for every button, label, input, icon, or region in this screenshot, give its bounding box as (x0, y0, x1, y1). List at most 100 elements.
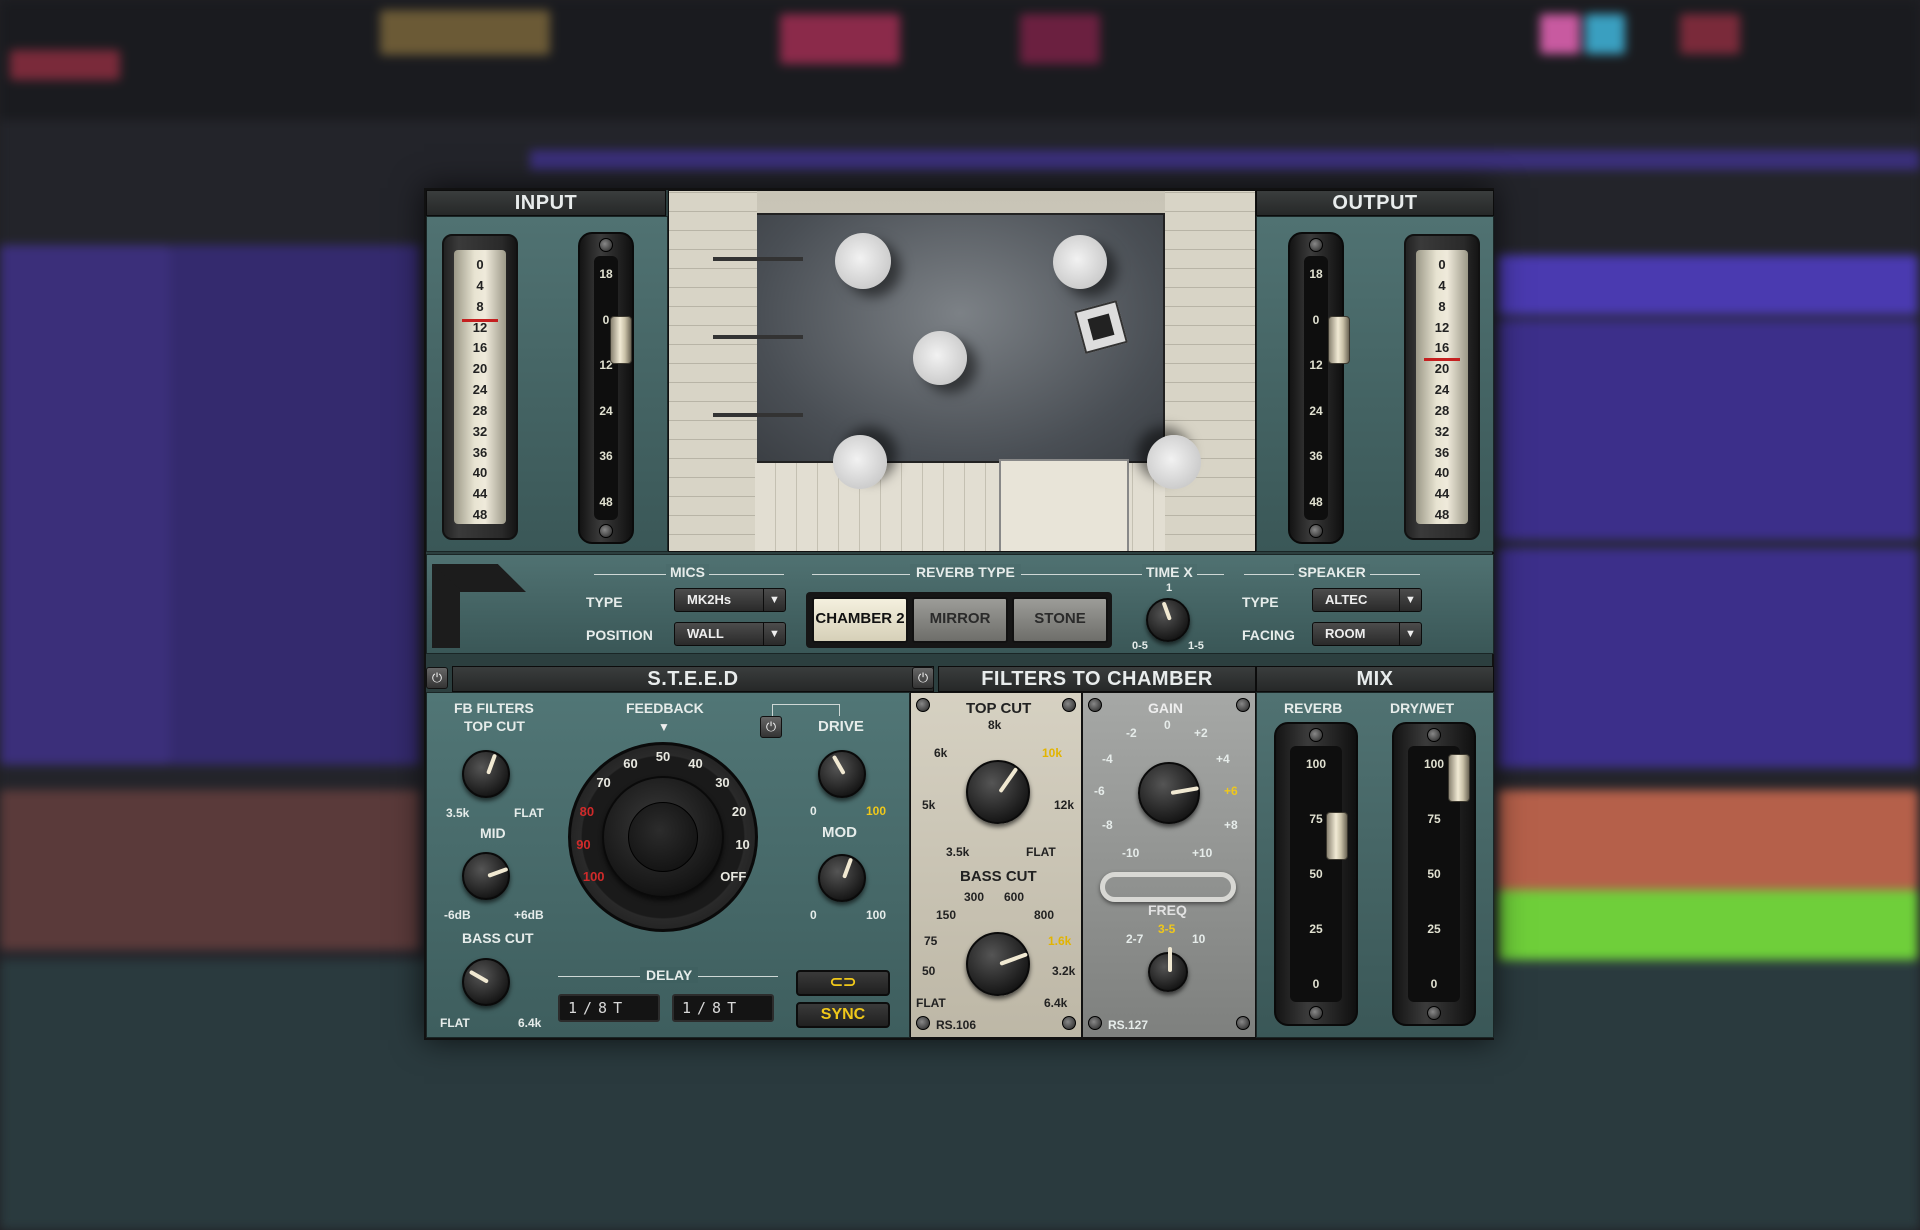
speaker-cylinder (1053, 235, 1107, 289)
steed-bass-cut-knob[interactable] (462, 958, 510, 1006)
speaker-facing-dropdown[interactable]: ROOM ▼ (1312, 622, 1422, 646)
output-gain-fader[interactable]: 18 0 12 24 36 48 (1288, 232, 1344, 544)
steed-mid-knob[interactable] (462, 852, 510, 900)
freq-handle (1100, 872, 1236, 902)
mix-reverb-scale: 100 75 50 25 0 (1290, 746, 1342, 1002)
top-cut-tick-10k: 10k (1042, 746, 1063, 760)
freq-knob[interactable] (1148, 946, 1188, 992)
output-meter-tick: 12 (1434, 319, 1450, 335)
input-header: INPUT (426, 190, 666, 216)
mix-reverb-fader[interactable]: 100 75 50 25 0 (1274, 722, 1358, 1026)
gain-tick-p2: +2 (1194, 726, 1208, 740)
gain-tick-m4: -4 (1102, 752, 1113, 766)
filters-power-icon[interactable]: ⏻ (912, 667, 934, 689)
mix-drywet-tick: 0 (1430, 977, 1438, 991)
dropdown-arrow-icon[interactable]: ▼ (1399, 589, 1421, 611)
feedback-tick: 40 (688, 755, 703, 771)
output-meter-tick: 0 (1438, 257, 1446, 272)
output-meter-scale: 0 4 8 12 16 20 24 28 32 36 40 44 48 (1416, 250, 1468, 524)
output-header: OUTPUT (1256, 190, 1494, 216)
bass-cut-tick-3-2k: 3.2k (1052, 964, 1076, 978)
input-meter-tick: 0 (476, 257, 484, 272)
mix-drywet-fader-handle[interactable] (1448, 754, 1470, 802)
speaker-type-value: ALTEC (1325, 592, 1368, 607)
steed-top-cut-label: TOP CUT (464, 718, 525, 734)
steed-top-cut-knob[interactable] (462, 750, 510, 798)
dropdown-arrow-icon[interactable]: ▼ (763, 589, 785, 611)
speaker-cylinder (833, 435, 887, 489)
mod-knob[interactable] (818, 854, 866, 902)
feedback-knob[interactable] (602, 776, 724, 898)
time-x-min-label: 0-5 (1132, 640, 1148, 652)
top-cut-tick-8k: 8k (988, 718, 1002, 732)
drive-max: 100 (866, 804, 887, 818)
steed-mid-max: +6dB (514, 908, 544, 922)
feedback-label: FEEDBACK (626, 700, 704, 716)
input-fader-handle[interactable] (610, 316, 632, 364)
mix-drywet-tick: 75 (1427, 812, 1441, 826)
input-fader-tick: 24 (599, 403, 613, 418)
dropdown-arrow-icon[interactable]: ▼ (1399, 623, 1421, 645)
delay-right-display[interactable]: 1/8T (672, 994, 774, 1022)
input-meter-tick: 20 (472, 361, 488, 377)
steed-bass-cut-max: 6.4k (518, 1016, 542, 1030)
mic-position-dropdown[interactable]: WALL ▼ (674, 622, 786, 646)
output-fader-tick: 48 (1309, 495, 1323, 509)
mix-drywet-label: DRY/WET (1390, 700, 1455, 716)
input-meter-tick: 16 (472, 340, 488, 356)
mic-stand (713, 413, 803, 417)
dropdown-arrow-icon[interactable]: ▼ (763, 623, 785, 645)
feedback-pointer-icon: ▼ (658, 720, 670, 734)
output-fader-handle[interactable] (1328, 316, 1350, 364)
mix-reverb-fader-handle[interactable] (1326, 812, 1348, 860)
feedback-tick: 90 (576, 837, 591, 853)
output-fader-tick: 24 (1309, 403, 1323, 418)
mix-reverb-tick: 25 (1309, 922, 1323, 936)
filters-top-cut-knob[interactable] (966, 760, 1030, 824)
feedback-tick: 10 (735, 837, 750, 853)
steed-top-cut-max: FLAT (514, 806, 544, 820)
bass-cut-tick-300: 300 (964, 890, 985, 904)
mic-type-dropdown[interactable]: MK2Hs ▼ (674, 588, 786, 612)
bass-cut-tick-50: 50 (922, 964, 936, 978)
output-meter-tick: 24 (1434, 382, 1450, 397)
mic-stand (713, 257, 803, 261)
feedback-tick: 20 (731, 804, 747, 820)
sync-button[interactable]: SYNC (796, 1002, 890, 1028)
gain-tick-p10: +10 (1192, 846, 1213, 860)
drive-power-icon[interactable]: ⏻ (760, 716, 782, 738)
reverb-type-chamber2-button[interactable]: CHAMBER 2 (812, 597, 908, 643)
input-meter-tick: 28 (472, 402, 488, 418)
top-cut-tick-3-5k: 3.5k (946, 845, 970, 859)
speaker-type-dropdown[interactable]: ALTEC ▼ (1312, 588, 1422, 612)
time-x-max-label: 1-5 (1188, 640, 1204, 652)
gain-tick-p8: +8 (1224, 818, 1238, 832)
gain-knob[interactable] (1138, 762, 1200, 824)
delay-left-display[interactable]: 1/8T (558, 994, 660, 1022)
output-meter: 0 4 8 12 16 20 24 28 32 36 40 44 48 (1404, 234, 1480, 540)
steed-power-icon[interactable]: ⏻ (426, 667, 448, 689)
time-x-knob[interactable] (1146, 598, 1190, 642)
chamber-room-view (668, 190, 1256, 552)
reverb-type-mirror-button[interactable]: MIRROR (912, 597, 1008, 643)
mod-label: MOD (822, 824, 857, 841)
speaker-facing-label: FACING (1242, 627, 1295, 643)
output-meter-tick: 8 (1438, 298, 1446, 314)
input-meter-tick: 48 (472, 507, 488, 522)
freq-label: FREQ (1148, 902, 1187, 918)
output-meter-tick: 40 (1434, 465, 1450, 481)
filters-bass-cut-knob[interactable] (966, 932, 1030, 996)
steed-bass-cut-min: FLAT (440, 1016, 470, 1030)
gain-tick-0: 0 (1164, 718, 1171, 732)
reverb-type-stone-button[interactable]: STONE (1012, 597, 1108, 643)
speaker-cylinder (1147, 435, 1201, 489)
input-gain-fader[interactable]: 18 0 12 24 36 48 (578, 232, 634, 544)
freq-tick-10: 10 (1192, 932, 1206, 946)
input-meter-tick: 4 (476, 277, 484, 293)
output-fader-tick: 12 (1309, 358, 1323, 373)
mod-max: 100 (866, 908, 887, 922)
delay-label: DELAY (640, 967, 699, 983)
mic-stand (713, 335, 803, 339)
drive-knob[interactable] (818, 750, 866, 798)
delay-link-icon[interactable]: ⊂⊃ (796, 970, 890, 996)
